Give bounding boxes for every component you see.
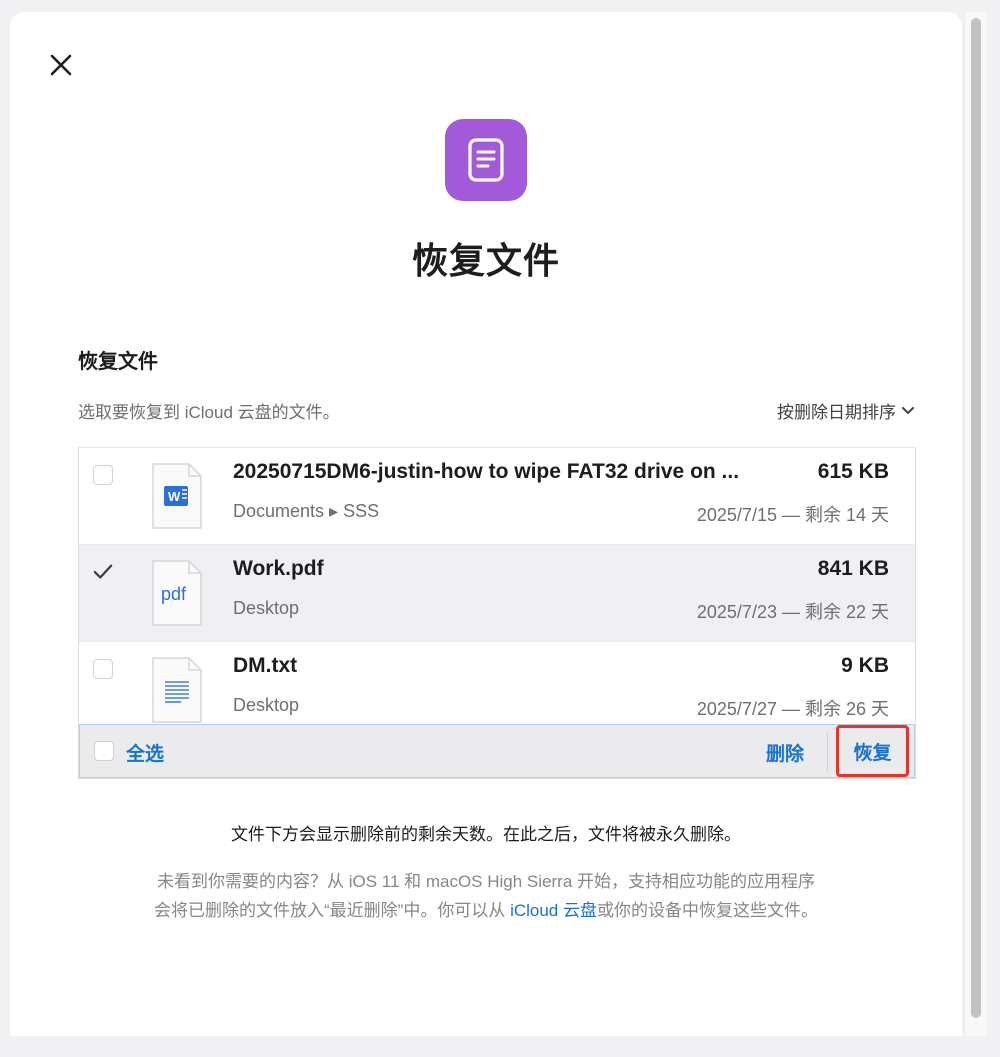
file-row[interactable]: W 20250715DM6-justin-how to wipe FAT32 d… (79, 448, 915, 545)
file-deleted-date: 2025/7/15 — 剩余 14 天 (696, 505, 889, 525)
help-text-part2: 或你的设备中恢复这些文件。 (596, 901, 818, 920)
file-row[interactable]: pdf Work.pdf 841 KB Desktop 2025/7/23 — … (79, 545, 915, 642)
help-text: 未看到你需要的内容？从 iOS 11 和 macOS High Sierra 开… (150, 867, 822, 925)
file-size: 9 KB (841, 654, 889, 677)
file-checkbox[interactable] (93, 562, 113, 582)
file-path: Desktop (233, 695, 300, 715)
file-name: DM.txt (233, 654, 298, 677)
sort-dropdown[interactable]: 按删除日期排序 (777, 398, 914, 423)
dialog-subtitle: 选取要恢复到 iCloud 云盘的文件。 (78, 403, 340, 422)
pdf-icon: pdf (152, 560, 202, 626)
file-name: Work.pdf (233, 557, 324, 580)
file-deleted-date: 2025/7/23 — 剩余 22 天 (696, 602, 889, 622)
svg-text:W: W (168, 489, 181, 504)
sort-label: 按删除日期排序 (777, 403, 896, 422)
chevron-down-icon (902, 406, 914, 414)
restore-button[interactable]: 恢复 (836, 725, 909, 777)
file-checkbox[interactable] (93, 659, 113, 679)
file-path: Documents ▸ SSS (233, 501, 380, 521)
icloud-drive-link[interactable]: iCloud 云盘 (510, 901, 597, 920)
checkmark-icon (93, 564, 113, 579)
divider (827, 733, 828, 771)
file-name: 20250715DM6-justin-how to wipe FAT32 dri… (233, 460, 740, 483)
action-bar: 全选 删除 恢复 (79, 724, 915, 778)
pdf-icon-label: pdf (161, 584, 187, 604)
dialog-title: 恢复文件 (411, 240, 560, 281)
scrollbar-thumb[interactable] (971, 18, 981, 1018)
retention-info: 文件下方会显示删除前的剩余天数。在此之后，文件将被永久删除。 (231, 825, 741, 844)
close-icon (50, 54, 72, 76)
file-list: W 20250715DM6-justin-how to wipe FAT32 d… (78, 447, 916, 779)
close-button[interactable] (46, 50, 76, 80)
word-doc-icon: W (152, 463, 202, 529)
file-deleted-date: 2025/7/27 — 剩余 26 天 (696, 699, 889, 719)
section-heading: 恢复文件 (78, 351, 158, 373)
document-icon (468, 138, 504, 182)
select-all-checkbox[interactable] (94, 741, 114, 761)
delete-button[interactable]: 删除 (766, 739, 804, 766)
file-size: 841 KB (817, 557, 889, 580)
file-checkbox[interactable] (93, 465, 113, 485)
scrollbar[interactable] (964, 12, 987, 1036)
file-size: 615 KB (817, 460, 889, 483)
select-all-button[interactable]: 全选 (126, 739, 164, 766)
file-path: Desktop (233, 598, 300, 618)
restore-files-dialog: 恢复文件 恢复文件 选取要恢复到 iCloud 云盘的文件。 按删除日期排序 W… (10, 12, 962, 1036)
text-file-icon (152, 657, 202, 723)
files-app-icon (445, 119, 527, 201)
